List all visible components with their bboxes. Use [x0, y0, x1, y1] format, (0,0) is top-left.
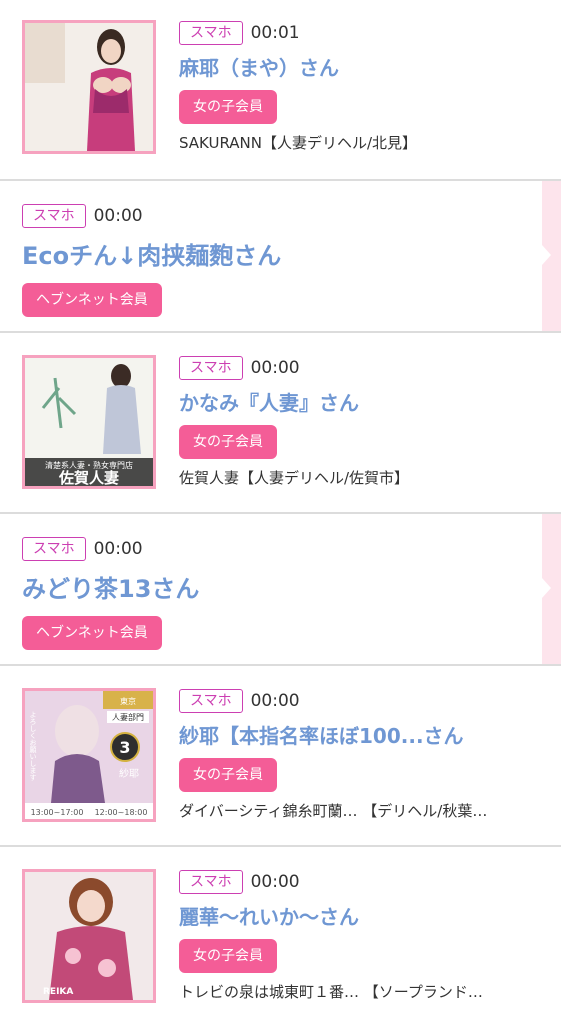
post-time: 00:00 [250, 358, 300, 378]
device-badge: スマホ [179, 689, 243, 713]
post-time: 00:00 [93, 206, 143, 226]
list-item[interactable]: スマホ 00:00 Ecoチん↓肉挟麺麭さん ヘブンネット会員 [0, 181, 561, 333]
user-name[interactable]: 紗耶【本指名率ほぼ100...さん [179, 722, 543, 750]
user-name[interactable]: Ecoチん↓肉挟麺麭さん [22, 239, 281, 273]
side-tab[interactable] [542, 514, 561, 664]
post-time: 00:01 [250, 23, 300, 43]
user-name[interactable]: みどり茶13さん [22, 572, 199, 606]
device-badge: スマホ [179, 21, 243, 45]
list-item[interactable]: 東京 人妻部門 3 紗耶 よろしくお願いします 13:00~17:00 12:0… [0, 666, 561, 847]
shop-name[interactable]: ダイバーシティ錦糸町蘭… 【デリヘル/秋葉… [179, 800, 543, 821]
member-type-badge: 女の子会員 [179, 425, 277, 459]
member-type-badge: 女の子会員 [179, 939, 277, 973]
tab-arrow-icon [542, 245, 551, 265]
profile-photo[interactable]: REIKA [22, 869, 156, 1003]
shop-name[interactable]: トレビの泉は城東町１番… 【ソープランド… [179, 981, 543, 1002]
shop-name[interactable]: 佐賀人妻【人妻デリヘル/佐賀市】 [179, 467, 543, 488]
user-name[interactable]: かなみ『人妻』さん [179, 389, 543, 417]
post-time: 00:00 [250, 691, 300, 711]
member-type-badge: 女の子会員 [179, 90, 277, 124]
device-badge: スマホ [22, 204, 86, 228]
photo-note: よろしくお願いします [29, 711, 37, 781]
user-name[interactable]: 麗華〜れいか〜さん [179, 903, 543, 931]
list-item[interactable]: スマホ 00:01 麻耶（まや）さん 女の子会員 SAKURANN【人妻デリヘル… [0, 0, 561, 181]
post-time: 00:00 [250, 872, 300, 892]
post-time: 00:00 [93, 539, 143, 559]
photo-hours-right: 12:00~18:00 [95, 808, 148, 817]
member-type-badge: 女の子会員 [179, 758, 277, 792]
timeline-list: スマホ 00:01 麻耶（まや）さん 女の子会員 SAKURANN【人妻デリヘル… [0, 0, 561, 1033]
device-badge: スマホ [22, 537, 86, 561]
photo-name: 紗耶 [119, 768, 139, 780]
device-badge: スマホ [179, 870, 243, 894]
svg-text:3: 3 [119, 738, 130, 757]
profile-photo[interactable] [22, 20, 156, 154]
shop-name[interactable]: SAKURANN【人妻デリヘル/北見】 [179, 132, 543, 153]
photo-rank-text: 人妻部門 [112, 712, 144, 722]
side-tab[interactable] [542, 181, 561, 331]
member-type-badge: ヘブンネット会員 [22, 283, 162, 317]
list-item[interactable]: 清楚系人妻・熟女専門店 佐賀人妻 スマホ 00:00 かなみ『人妻』さん 女の子… [0, 333, 561, 514]
list-item[interactable]: REIKA スマホ 00:00 麗華〜れいか〜さん 女の子会員 トレビの泉は城東… [0, 847, 561, 1033]
profile-photo[interactable]: 東京 人妻部門 3 紗耶 よろしくお願いします 13:00~17:00 12:0… [22, 688, 156, 822]
photo-top-text: 東京 [120, 696, 136, 706]
tab-arrow-icon [542, 578, 551, 598]
photo-logo: 佐賀人妻 [58, 469, 119, 486]
user-name[interactable]: 麻耶（まや）さん [179, 54, 543, 82]
member-type-badge: ヘブンネット会員 [22, 616, 162, 650]
photo-hours-left: 13:00~17:00 [31, 808, 84, 817]
photo-logo: REIKA [43, 987, 73, 997]
profile-photo[interactable]: 清楚系人妻・熟女専門店 佐賀人妻 [22, 355, 156, 489]
list-item[interactable]: スマホ 00:00 みどり茶13さん ヘブンネット会員 [0, 514, 561, 666]
device-badge: スマホ [179, 356, 243, 380]
